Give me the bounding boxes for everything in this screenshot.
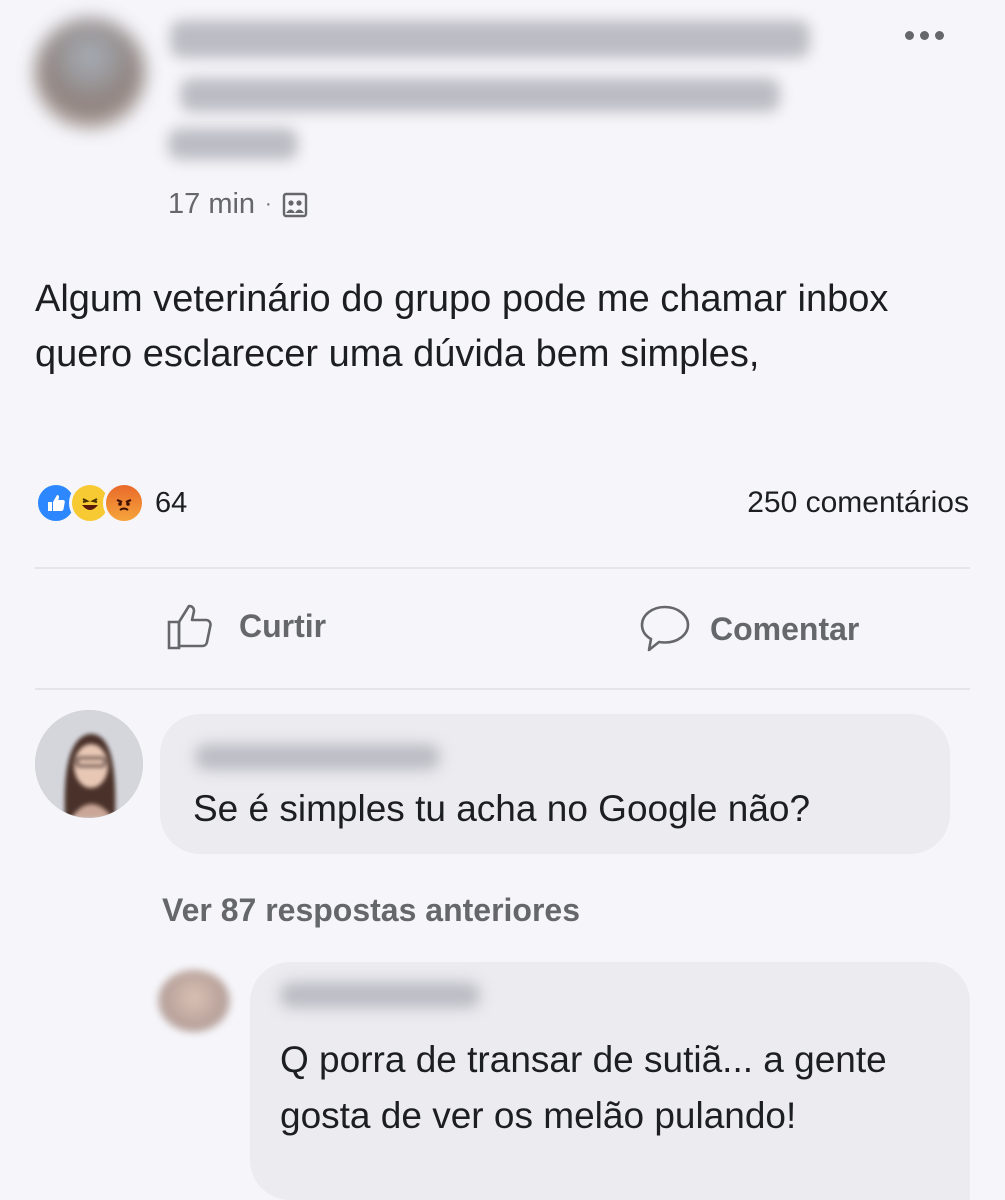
meta-separator: · (265, 193, 272, 215)
reply-text: Q porra de transar de sutiã... a gente g… (280, 1039, 887, 1136)
divider-bottom (35, 688, 970, 690)
reaction-count: 64 (155, 486, 188, 519)
view-previous-replies-link[interactable]: Ver 87 respostas anteriores (162, 892, 580, 929)
more-options-icon[interactable] (905, 22, 955, 48)
like-button[interactable]: Curtir (165, 598, 326, 654)
like-label: Curtir (239, 607, 327, 644)
group-name-blurred (180, 78, 780, 112)
replier-avatar[interactable] (158, 970, 230, 1032)
post-meta: 17 min · (168, 188, 308, 221)
comment-bubble[interactable] (160, 714, 950, 854)
thumbs-up-icon (167, 604, 212, 650)
comment-button[interactable]: Comentar (638, 603, 859, 655)
group-name-blurred-line2 (168, 128, 298, 160)
group-icon (282, 192, 307, 217)
author-name-blurred[interactable] (170, 20, 810, 58)
divider-top (35, 567, 970, 569)
comment-icon (640, 605, 690, 652)
angry-icon (103, 482, 145, 524)
comment-count[interactable]: 250 comentários (747, 486, 969, 520)
comment-text: Se é simples tu acha no Google não? (193, 788, 811, 829)
post-time[interactable]: 17 min (168, 188, 255, 221)
author-avatar[interactable] (35, 18, 145, 128)
reactions-summary[interactable]: 64 (35, 482, 187, 524)
replier-name-blurred[interactable] (280, 982, 480, 1008)
commenter-avatar[interactable] (35, 710, 143, 818)
post-text: Algum veterinário do grupo pode me chama… (35, 278, 889, 375)
commenter-name-blurred[interactable] (195, 744, 440, 770)
comment-label: Comentar (710, 610, 860, 647)
